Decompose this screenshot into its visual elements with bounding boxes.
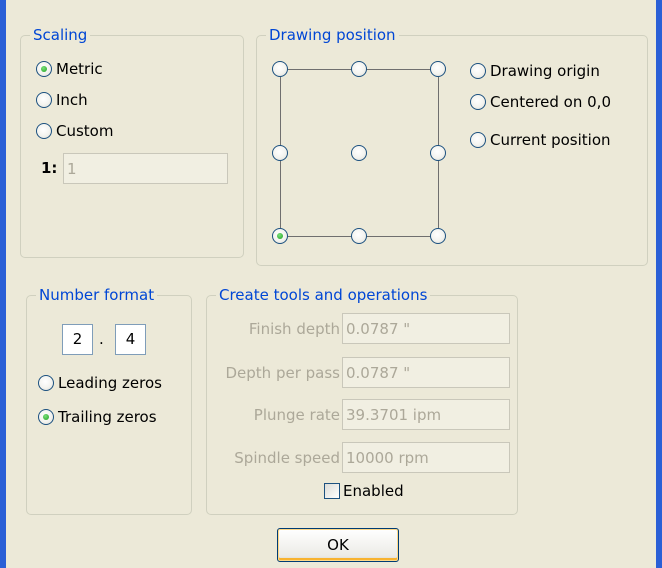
position-center-radio[interactable] [351, 145, 367, 161]
decimal-separator: . [99, 330, 104, 348]
leading-zeros-radio[interactable] [38, 375, 54, 391]
spindle-speed-label: Spindle speed [234, 449, 340, 467]
create-tools-legend: Create tools and operations [219, 286, 428, 304]
enabled-checkbox[interactable] [324, 483, 340, 499]
current-position-label[interactable]: Current position [490, 131, 611, 149]
centered-radio[interactable] [470, 94, 486, 110]
position-middle-left-radio[interactable] [272, 145, 288, 161]
custom-label[interactable]: Custom [56, 122, 113, 140]
drawing-origin-radio[interactable] [470, 63, 486, 79]
ratio-prefix: 1: [41, 159, 58, 177]
trailing-zeros-label[interactable]: Trailing zeros [58, 408, 157, 426]
depth-per-pass-field[interactable]: 0.0787 " [342, 357, 510, 388]
finish-depth-label: Finish depth [248, 320, 340, 338]
centered-label[interactable]: Centered on 0,0 [490, 93, 611, 111]
inch-radio[interactable] [36, 92, 52, 108]
metric-radio[interactable] [36, 61, 52, 77]
ok-button-label: OK [327, 536, 349, 554]
depth-per-pass-label: Depth per pass [225, 364, 341, 382]
position-top-right-radio[interactable] [430, 61, 446, 77]
spindle-speed-field[interactable]: 10000 rpm [342, 442, 510, 473]
position-middle-right-radio[interactable] [430, 145, 446, 161]
decimal-digits-field[interactable]: 4 [115, 324, 146, 355]
drawing-origin-label[interactable]: Drawing origin [490, 62, 600, 80]
number-format-group: Number format [26, 288, 192, 515]
scaling-legend: Scaling [33, 26, 88, 44]
plunge-rate-label: Plunge rate [253, 406, 340, 424]
ok-button[interactable]: OK [277, 528, 399, 562]
metric-label[interactable]: Metric [56, 60, 103, 78]
finish-depth-field[interactable]: 0.0787 " [342, 313, 510, 344]
position-bottom-left-radio[interactable] [272, 228, 288, 244]
position-bottom-center-radio[interactable] [351, 228, 367, 244]
position-top-left-radio[interactable] [272, 61, 288, 77]
current-position-radio[interactable] [470, 132, 486, 148]
number-format-legend: Number format [39, 286, 155, 304]
leading-zeros-label[interactable]: Leading zeros [58, 374, 162, 392]
trailing-zeros-radio[interactable] [38, 409, 54, 425]
drawing-position-legend: Drawing position [269, 26, 396, 44]
inch-label[interactable]: Inch [56, 91, 88, 109]
position-top-center-radio[interactable] [351, 61, 367, 77]
scaling-group: Scaling [20, 28, 244, 258]
plunge-rate-field[interactable]: 39.3701 ipm [342, 399, 510, 430]
custom-radio[interactable] [36, 123, 52, 139]
enabled-label[interactable]: Enabled [343, 482, 404, 500]
custom-ratio-field[interactable]: 1 [63, 153, 228, 184]
settings-dialog: Scaling Metric Inch Custom 1: 1 Drawing … [6, 0, 656, 568]
integer-digits-field[interactable]: 2 [62, 324, 93, 355]
position-bottom-right-radio[interactable] [430, 228, 446, 244]
